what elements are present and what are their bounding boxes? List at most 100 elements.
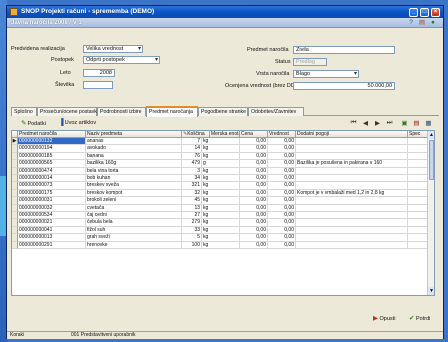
cell-cond[interactable] [296, 138, 408, 146]
cell-cond[interactable] [296, 212, 408, 220]
cell-name[interactable]: čaj cedni [86, 212, 182, 220]
scroll-thumb[interactable] [429, 140, 434, 180]
podatki-button[interactable]: ✎Podatki [21, 119, 46, 127]
next-record-icon[interactable]: ▶ [373, 119, 382, 127]
predmet-field[interactable]: Živila [293, 46, 395, 54]
predvidena-select[interactable]: Velika vrednost [83, 45, 143, 53]
col-spec[interactable]: Spec [408, 131, 428, 138]
cell-name[interactable]: avokado [86, 145, 182, 153]
cell-value[interactable]: 0,00 [268, 160, 296, 168]
table-row[interactable]: 000000000032 cvetača 13 kg 0,00 0,00 [12, 204, 434, 212]
cell-unit[interactable]: kg [202, 197, 240, 205]
cell-unit[interactable]: kg [202, 152, 240, 161]
maximize-icon[interactable]: □ [420, 7, 429, 17]
uvoz-button[interactable]: ▐Uvoz artiklov [59, 119, 96, 126]
cell-spec[interactable] [408, 212, 428, 220]
cell-cond[interactable] [296, 167, 408, 175]
stevilka-field[interactable] [83, 81, 113, 89]
first-record-icon[interactable]: ⏮ [349, 119, 358, 127]
cell-price[interactable]: 0,00 [240, 204, 268, 212]
cell-value[interactable]: 0,00 [268, 212, 296, 220]
cell-spec[interactable] [408, 189, 428, 198]
prev-record-icon[interactable]: ◀ [361, 119, 370, 127]
table-row[interactable]: 000000000021 čebula bela 279 kg 0,00 0,00 [12, 219, 434, 227]
cell-code[interactable]: 000000000565 [18, 160, 86, 168]
cell-qty[interactable]: 34 [182, 175, 202, 183]
cell-spec[interactable] [408, 138, 428, 146]
cell-spec[interactable] [408, 152, 428, 161]
table-row[interactable]: 000000000031 brokoli zeleni 45 kg 0,00 0,00 [12, 197, 434, 205]
table-row[interactable]: 000000000014 bob kuhan 34 kg 0,00 0,00 [12, 175, 434, 183]
cell-code[interactable]: 000000000013 [18, 234, 86, 242]
cell-code[interactable]: 000000000014 [18, 175, 86, 183]
cell-code[interactable]: 000000000194 [18, 145, 86, 153]
table-row[interactable]: 000000000175 breskov kompot 32 kg 0,00 0,00 Ko… [12, 189, 434, 198]
cell-price[interactable]: 0,00 [240, 241, 268, 249]
cell-name[interactable]: bela vina torta [86, 167, 182, 175]
cell-price[interactable]: 0,00 [240, 234, 268, 242]
scroll-down-icon[interactable]: ▼ [428, 287, 434, 295]
cell-name[interactable]: banana [86, 152, 182, 161]
cell-unit[interactable]: kg [202, 182, 240, 190]
cell-code[interactable]: 000000000031 [18, 197, 86, 205]
cell-price[interactable]: 0,00 [240, 212, 268, 220]
cell-price[interactable]: 0,00 [240, 189, 268, 198]
cell-unit[interactable]: kg [202, 189, 240, 198]
cell-name[interactable]: bazilika 160g [86, 160, 182, 168]
cell-value[interactable]: 0,00 [268, 138, 296, 146]
cell-qty[interactable]: 321 [182, 182, 202, 190]
cell-unit[interactable]: kg [202, 226, 240, 235]
tab-odobritev[interactable]: Odobritev/Zavrnitev [248, 107, 304, 116]
refresh-icon[interactable]: ● [429, 19, 437, 27]
cell-cond[interactable] [296, 145, 408, 153]
cell-qty[interactable]: 27 [182, 212, 202, 220]
cell-qty[interactable]: 100 [182, 241, 202, 249]
cell-spec[interactable] [408, 226, 428, 235]
cell-value[interactable]: 0,00 [268, 204, 296, 212]
delete-record-icon[interactable]: ▤ [412, 119, 421, 127]
cell-qty[interactable]: 32 [182, 189, 202, 198]
cell-qty[interactable]: 7 [182, 138, 202, 146]
cell-spec[interactable] [408, 197, 428, 205]
tab-prosecun[interactable]: Prosečun/ocene postavka [37, 107, 100, 116]
cell-value[interactable]: 0,00 [268, 152, 296, 161]
minimize-icon[interactable]: _ [409, 7, 418, 17]
cell-value[interactable]: 0,00 [268, 145, 296, 153]
cell-value[interactable]: 0,00 [268, 167, 296, 175]
cell-price[interactable]: 0,00 [240, 197, 268, 205]
col-enota[interactable]: Merska enota [210, 131, 240, 138]
cell-name[interactable]: fižol suh [86, 226, 182, 235]
cell-value[interactable]: 0,00 [268, 226, 296, 235]
col-cena[interactable]: Cena [240, 131, 268, 138]
cell-spec[interactable] [408, 182, 428, 190]
cell-name[interactable]: grah sveži [86, 234, 182, 242]
cell-spec[interactable] [408, 160, 428, 168]
cell-code[interactable]: 000000000032 [18, 204, 86, 212]
cell-cond[interactable] [296, 234, 408, 242]
cell-spec[interactable] [408, 167, 428, 175]
cell-unit[interactable]: kg [202, 241, 240, 249]
cell-code[interactable]: 000000000175 [18, 189, 86, 198]
cell-value[interactable]: 0,00 [268, 189, 296, 198]
cell-price[interactable]: 0,00 [240, 167, 268, 175]
cell-code[interactable]: 000000000073 [18, 182, 86, 190]
tab-pogodbene[interactable]: Pogodbene stranke [198, 107, 248, 116]
table-row[interactable]: 000000000013 grah sveži 5 kg 0,00 0,00 [12, 234, 434, 242]
table-row[interactable]: 000000000073 breskev sveža 321 kg 0,00 0,00 [12, 182, 434, 190]
postopek-select[interactable]: Odprti postopek [83, 56, 160, 64]
print-icon[interactable]: ▤ [418, 19, 426, 27]
cell-qty[interactable]: 3 [182, 167, 202, 175]
cell-code[interactable]: 000000000534 [18, 212, 86, 220]
table-row[interactable]: 000000000194 avokado 14 kg 0,00 0,00 [12, 145, 434, 153]
cell-name[interactable]: čebula bela [86, 219, 182, 227]
ocenjena-field[interactable]: 50.000,00 [293, 82, 395, 90]
cell-name[interactable]: cvetača [86, 204, 182, 212]
cell-spec[interactable] [408, 234, 428, 242]
col-predmet[interactable]: Predmet naročila [18, 131, 86, 138]
table-row[interactable]: 000000000534 čaj cedni 27 kg 0,00 0,00 [12, 212, 434, 220]
cell-qty[interactable]: 76 [182, 152, 202, 161]
cell-name[interactable]: ananas [86, 138, 182, 146]
help-icon[interactable]: ? [407, 19, 415, 27]
cell-unit[interactable]: kg [202, 167, 240, 175]
col-naziv[interactable]: Naziv predmeta [86, 131, 182, 138]
